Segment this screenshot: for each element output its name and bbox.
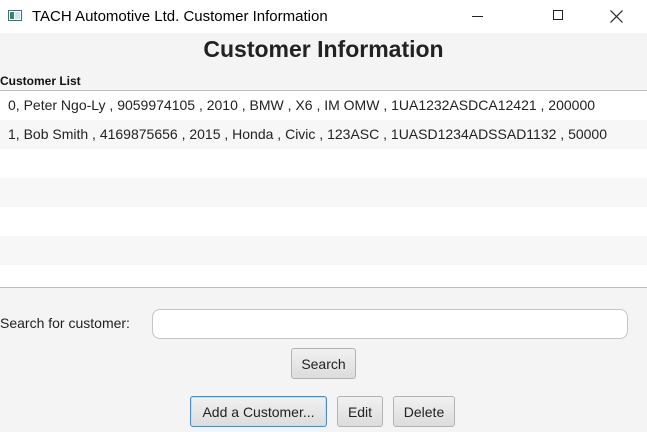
add-customer-button[interactable]: Add a Customer...: [190, 396, 327, 427]
close-icon: [610, 10, 623, 23]
customer-list-label: Customer List: [0, 74, 81, 88]
app-icon: [8, 10, 22, 21]
page-title: Customer Information: [203, 36, 444, 62]
empty-list-row[interactable]: [0, 178, 647, 207]
search-label: Search for customer:: [0, 315, 130, 331]
search-input[interactable]: [152, 309, 628, 339]
search-button[interactable]: Search: [291, 348, 356, 379]
empty-list-row[interactable]: [0, 207, 647, 236]
minimize-button[interactable]: [456, 0, 502, 33]
edit-button[interactable]: Edit: [337, 396, 383, 427]
list-item[interactable]: 1, Bob Smith , 4169875656 , 2015 , Honda…: [0, 120, 647, 149]
delete-button[interactable]: Delete: [393, 396, 455, 427]
maximize-button[interactable]: [536, 0, 582, 33]
empty-list-row[interactable]: [0, 236, 647, 265]
title-bar[interactable]: TACH Automotive Ltd. Customer Informatio…: [0, 0, 647, 33]
empty-list-row[interactable]: [0, 265, 647, 287]
customer-list[interactable]: 0, Peter Ngo-Ly , 9059974105 , 2010 , BM…: [0, 90, 647, 288]
app-window: TACH Automotive Ltd. Customer Informatio…: [0, 0, 647, 432]
minimize-icon: [472, 16, 483, 17]
maximize-icon: [553, 10, 563, 20]
list-item[interactable]: 0, Peter Ngo-Ly , 9059974105 , 2010 , BM…: [0, 91, 647, 120]
empty-list-row[interactable]: [0, 149, 647, 178]
window-title: TACH Automotive Ltd. Customer Informatio…: [32, 8, 328, 25]
close-button[interactable]: [594, 0, 640, 33]
